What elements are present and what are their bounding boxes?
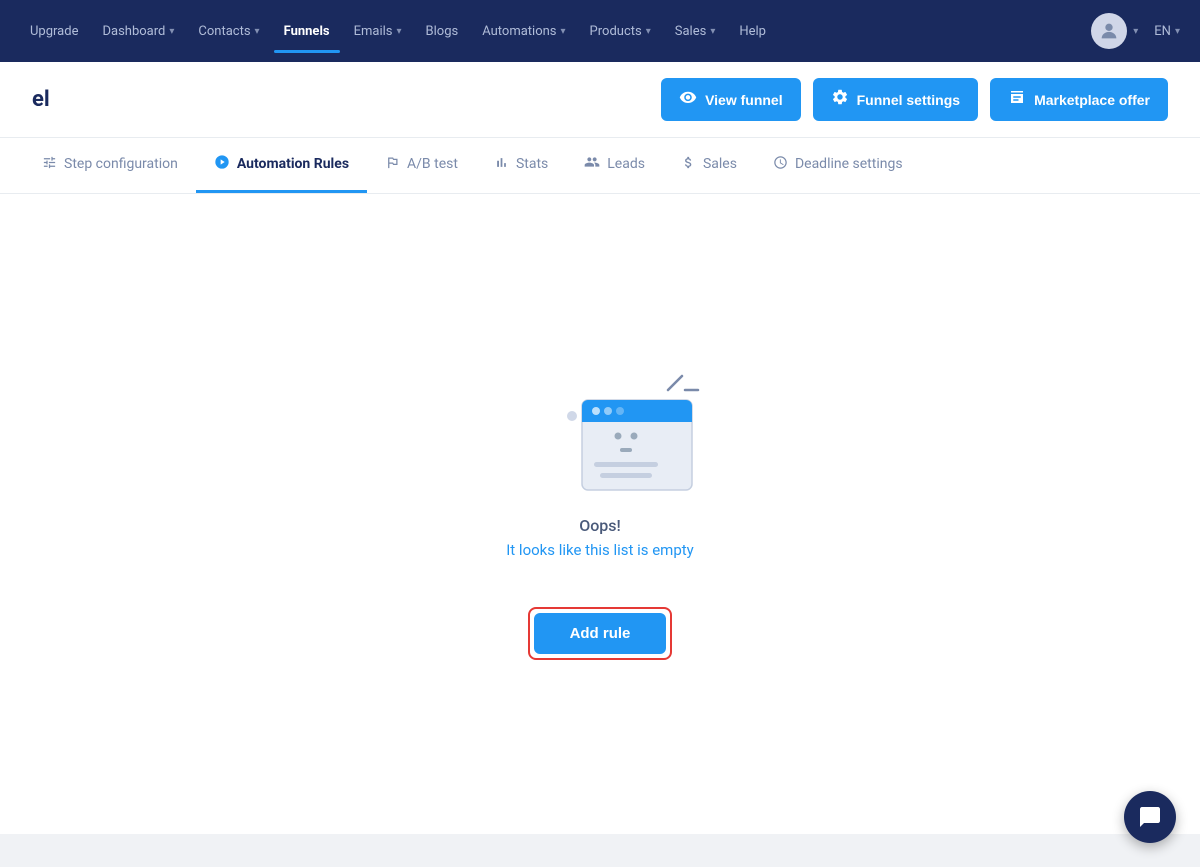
- empty-state: Oops! It looks like this list is empty A…: [506, 328, 694, 660]
- language-selector[interactable]: EN ▾: [1154, 24, 1180, 39]
- funnel-settings-button[interactable]: Funnel settings: [813, 78, 978, 121]
- gear-icon: [831, 88, 849, 111]
- tab-leads[interactable]: Leads: [566, 138, 663, 193]
- tab-deadline-settings[interactable]: Deadline settings: [755, 139, 921, 193]
- navbar: Upgrade Dashboard ▾ Contacts ▾ Funnels E…: [0, 0, 1200, 62]
- tab-ab-test[interactable]: A/B test: [367, 139, 476, 193]
- nav-funnels[interactable]: Funnels: [274, 18, 340, 45]
- sliders-icon: [42, 155, 57, 174]
- marketplace-offer-button[interactable]: Marketplace offer: [990, 78, 1168, 121]
- marketplace-icon: [1008, 88, 1026, 111]
- empty-illustration: [520, 328, 680, 488]
- page-header: el View funnel Funnel settings: [0, 62, 1200, 138]
- view-funnel-button[interactable]: View funnel: [661, 78, 801, 121]
- nav-blogs[interactable]: Blogs: [416, 18, 469, 45]
- nav-contacts[interactable]: Contacts ▾: [188, 18, 269, 45]
- chevron-down-icon: ▾: [710, 26, 715, 37]
- chevron-down-icon: ▾: [396, 26, 401, 37]
- active-tab-indicator: [274, 50, 340, 53]
- header-actions: View funnel Funnel settings Marketplace …: [661, 78, 1168, 121]
- chevron-down-icon: ▾: [646, 26, 651, 37]
- ab-test-icon: [385, 155, 400, 174]
- nav-help[interactable]: Help: [729, 18, 776, 45]
- page-title: el: [32, 87, 50, 112]
- nav-sales[interactable]: Sales ▾: [665, 18, 726, 45]
- nav-products[interactable]: Products ▾: [580, 18, 661, 45]
- leads-icon: [584, 154, 600, 174]
- nav-automations[interactable]: Automations ▾: [472, 18, 575, 45]
- stats-icon: [494, 155, 509, 174]
- add-rule-highlight: Add rule: [528, 607, 673, 660]
- automation-icon: [214, 154, 230, 174]
- tab-stats[interactable]: Stats: [476, 139, 566, 193]
- tabs-bar: Step configuration Automation Rules A/B …: [0, 138, 1200, 194]
- add-rule-button[interactable]: Add rule: [534, 613, 667, 654]
- chevron-down-icon: ▾: [1175, 26, 1180, 37]
- chevron-down-icon: ▾: [561, 26, 566, 37]
- bottom-fab[interactable]: [1124, 791, 1176, 843]
- tab-automation-rules[interactable]: Automation Rules: [196, 138, 367, 193]
- eye-icon: [679, 88, 697, 111]
- nav-dashboard[interactable]: Dashboard ▾: [92, 18, 184, 45]
- tab-step-configuration[interactable]: Step configuration: [24, 139, 196, 193]
- dollar-icon: [681, 155, 696, 174]
- tab-sales[interactable]: Sales: [663, 139, 755, 193]
- main-content: Oops! It looks like this list is empty A…: [0, 194, 1200, 834]
- chevron-down-icon: ▾: [255, 26, 260, 37]
- chevron-down-icon: ▾: [169, 26, 174, 37]
- page-title-area: el: [32, 87, 661, 112]
- avatar[interactable]: [1091, 13, 1127, 49]
- nav-upgrade[interactable]: Upgrade: [20, 18, 88, 45]
- chevron-down-icon: ▾: [1133, 26, 1138, 37]
- clock-icon: [773, 155, 788, 174]
- empty-subtitle: It looks like this list is empty: [506, 541, 694, 559]
- nav-emails[interactable]: Emails ▾: [344, 18, 412, 45]
